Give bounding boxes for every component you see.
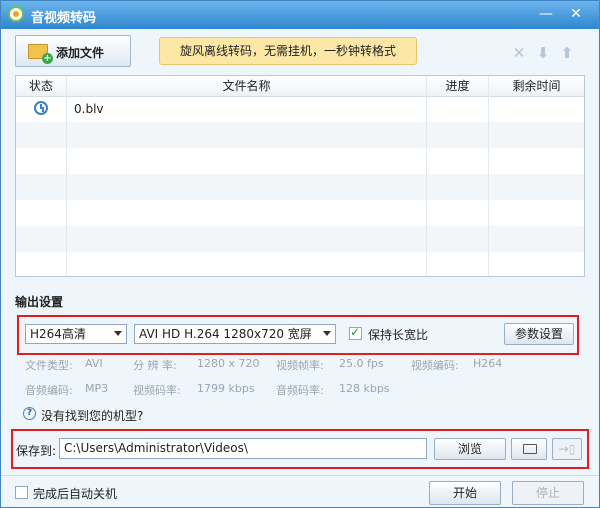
open-folder-button[interactable] xyxy=(511,438,547,460)
column-header-name[interactable]: 文件名称 xyxy=(67,76,426,96)
table-row-empty xyxy=(16,200,584,226)
resolution-label: 分 辨 率: xyxy=(133,359,177,372)
save-to-label: 保存到: xyxy=(16,444,57,458)
framerate-value: 25.0 fps xyxy=(339,357,384,370)
folder-icon xyxy=(523,444,537,454)
minimize-button[interactable]: — xyxy=(533,4,559,24)
video-codec-value: H264 xyxy=(473,357,503,370)
table-row-empty xyxy=(16,148,584,174)
resolution-value: 1280 x 720 xyxy=(197,357,260,370)
start-button[interactable]: 开始 xyxy=(429,481,501,505)
video-bitrate-label: 视频码率: xyxy=(133,384,181,397)
export-device-button[interactable]: →▯ xyxy=(552,438,582,460)
add-file-button[interactable]: 添加文件 xyxy=(15,35,131,67)
table-row-empty xyxy=(16,252,584,276)
close-button[interactable]: ✕ xyxy=(563,4,589,24)
add-file-label: 添加文件 xyxy=(56,46,105,60)
app-logo-icon xyxy=(8,6,24,22)
file-type-label: 文件类型: xyxy=(25,359,73,372)
quality-select[interactable]: H264高清 xyxy=(25,324,127,344)
save-path-input[interactable]: C:\Users\Administrator\Videos\ xyxy=(59,438,427,459)
auto-shutdown-label[interactable]: 完成后自动关机 xyxy=(33,485,117,502)
framerate-label: 视频帧率: xyxy=(276,359,324,372)
video-bitrate-value: 1799 kbps xyxy=(197,382,255,395)
chevron-down-icon xyxy=(114,331,122,336)
add-folder-icon xyxy=(28,44,53,64)
transcoder-window: 音视频转码 — ✕ 添加文件 旋风离线转码，无需挂机，一秒钟转格式 ✕ ⬇ ⬆ … xyxy=(0,0,600,508)
table-row-empty xyxy=(16,226,584,252)
auto-shutdown-checkbox[interactable] xyxy=(15,486,28,499)
keep-ratio-checkbox[interactable] xyxy=(349,325,362,340)
audio-codec-value: MP3 xyxy=(85,382,109,395)
delete-icon[interactable]: ✕ xyxy=(511,45,527,61)
keep-ratio-label[interactable]: 保持长宽比 xyxy=(368,326,428,343)
quality-value: H264高清 xyxy=(30,327,86,341)
title-bar[interactable]: 音视频转码 — ✕ xyxy=(1,1,599,29)
footer-divider xyxy=(1,475,599,476)
format-value: AVI HD H.264 1280x720 宽屏 xyxy=(139,327,312,341)
output-settings-title: 输出设置 xyxy=(15,295,64,309)
format-select[interactable]: AVI HD H.264 1280x720 宽屏 xyxy=(134,324,336,344)
browse-button[interactable]: 浏览 xyxy=(434,438,506,460)
params-settings-button[interactable]: 参数设置 xyxy=(504,323,574,345)
file-name-cell[interactable]: 0.blv xyxy=(74,102,104,116)
file-type-value: AVI xyxy=(85,357,103,370)
move-down-icon[interactable]: ⬇ xyxy=(535,45,551,61)
column-header-remaining[interactable]: 剩余时间 xyxy=(489,76,584,96)
stop-button[interactable]: 停止 xyxy=(512,481,584,505)
file-list-table[interactable]: 状态 文件名称 进度 剩余时间 0.blv xyxy=(15,75,585,277)
clock-icon xyxy=(34,101,48,115)
table-header: 状态 文件名称 进度 剩余时间 xyxy=(16,76,584,97)
promo-banner[interactable]: 旋风离线转码，无需挂机，一秒钟转格式 xyxy=(159,37,417,65)
column-header-progress[interactable]: 进度 xyxy=(427,76,488,96)
window-title: 音视频转码 xyxy=(31,11,97,26)
table-row-empty xyxy=(16,174,584,200)
audio-codec-label: 音频编码: xyxy=(25,384,73,397)
table-row-empty xyxy=(16,122,584,148)
column-divider xyxy=(426,76,427,276)
video-codec-label: 视频编码: xyxy=(411,359,459,372)
chevron-down-icon xyxy=(323,331,331,336)
audio-bitrate-label: 音频码率: xyxy=(276,384,324,397)
column-header-status[interactable]: 状态 xyxy=(16,76,66,96)
column-divider xyxy=(66,76,67,276)
help-icon[interactable]: ? xyxy=(23,407,36,420)
audio-bitrate-value: 128 kbps xyxy=(339,382,390,395)
missing-device-link[interactable]: 没有找到您的机型? xyxy=(41,407,143,424)
column-divider xyxy=(488,76,489,276)
move-up-icon[interactable]: ⬆ xyxy=(559,45,575,61)
